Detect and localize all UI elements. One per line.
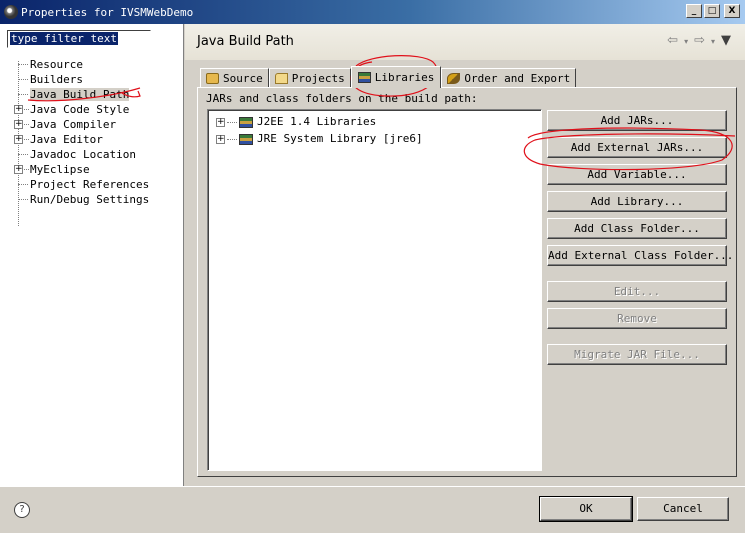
order-export-icon bbox=[447, 73, 461, 84]
maximize-button[interactable]: □ bbox=[704, 4, 720, 18]
libraries-label: JARs and class folders on the build path… bbox=[206, 92, 478, 105]
sidebar-item-project-references[interactable]: Project References bbox=[14, 177, 149, 192]
add-jars-button[interactable]: Add JARs... bbox=[547, 110, 727, 131]
expand-icon[interactable]: + bbox=[14, 135, 23, 144]
dialog-button-bar: ? OK Cancel bbox=[0, 486, 745, 533]
close-button[interactable]: X bbox=[724, 4, 740, 18]
sidebar-item-label: Builders bbox=[30, 73, 83, 86]
source-folder-icon bbox=[206, 73, 219, 84]
sidebar-item-label: MyEclipse bbox=[30, 163, 90, 176]
cancel-button[interactable]: Cancel bbox=[637, 497, 729, 521]
window-title: Properties for IVSMWebDemo bbox=[21, 5, 194, 19]
library-item-label: J2EE 1.4 Libraries bbox=[257, 115, 377, 128]
sidebar-item-label: Java Compiler bbox=[30, 118, 117, 131]
tab-order-and-export[interactable]: Order and Export bbox=[441, 68, 577, 88]
back-arrow-icon[interactable]: ⇦ bbox=[667, 33, 678, 48]
sidebar-item-label: Java Code Style bbox=[30, 103, 130, 116]
libraries-icon bbox=[357, 72, 371, 83]
tab-label: Projects bbox=[291, 72, 345, 85]
projects-folder-icon bbox=[274, 73, 288, 84]
page-header: Java Build Path ⇦ ▾ ⇨ ▾ ▼ bbox=[185, 24, 745, 60]
expand-icon[interactable]: + bbox=[216, 117, 225, 127]
sidebar-item-java-compiler[interactable]: + Java Compiler bbox=[14, 117, 149, 132]
property-page: Java Build Path ⇦ ▾ ⇨ ▾ ▼ Source Project… bbox=[185, 24, 745, 486]
tab-label: Source bbox=[223, 72, 263, 85]
build-path-tabs: Source Projects Libraries Order and Expo… bbox=[200, 66, 577, 88]
tab-libraries[interactable]: Libraries bbox=[350, 66, 442, 88]
ok-button[interactable]: OK bbox=[539, 496, 633, 522]
sidebar-item-label: Resource bbox=[30, 58, 83, 71]
page-navigation: ⇦ ▾ ⇨ ▾ ▼ bbox=[667, 33, 731, 48]
tab-label: Order and Export bbox=[464, 72, 571, 85]
library-jar-icon bbox=[239, 133, 253, 145]
help-icon[interactable]: ? bbox=[14, 502, 30, 518]
filter-input-text: type filter text bbox=[10, 32, 118, 45]
add-external-jars-button[interactable]: Add External JARs... bbox=[547, 137, 727, 158]
library-jar-icon bbox=[239, 116, 253, 128]
edit-button[interactable]: Edit... bbox=[547, 281, 727, 302]
sidebar-item-java-editor[interactable]: + Java Editor bbox=[14, 132, 149, 147]
sidebar-item-run-debug-settings[interactable]: Run/Debug Settings bbox=[14, 192, 149, 207]
library-item-jre-system[interactable]: + JRE System Library [jre6] bbox=[216, 131, 423, 147]
expand-icon[interactable]: + bbox=[14, 165, 23, 174]
tab-projects[interactable]: Projects bbox=[268, 68, 351, 88]
forward-dropdown-icon[interactable]: ▾ bbox=[711, 37, 715, 48]
sidebar-item-label: Java Build Path bbox=[30, 88, 130, 101]
eclipse-app-icon bbox=[4, 5, 18, 19]
libraries-tree[interactable]: + J2EE 1.4 Libraries + JRE System Librar… bbox=[207, 109, 542, 471]
expand-icon[interactable]: + bbox=[216, 134, 225, 144]
sidebar-item-label: Java Editor bbox=[30, 133, 103, 146]
forward-arrow-icon[interactable]: ⇨ bbox=[694, 33, 705, 48]
sidebar-item-java-build-path[interactable]: Java Build Path bbox=[14, 87, 149, 102]
preferences-sidebar: type filter text Resource Builders Java … bbox=[0, 24, 184, 486]
migrate-jar-file-button[interactable]: Migrate JAR File... bbox=[547, 344, 727, 365]
add-variable-button[interactable]: Add Variable... bbox=[547, 164, 727, 185]
library-item-j2ee[interactable]: + J2EE 1.4 Libraries bbox=[216, 114, 376, 130]
page-title: Java Build Path bbox=[197, 34, 294, 49]
library-item-label: JRE System Library [jre6] bbox=[257, 132, 423, 145]
sidebar-item-java-code-style[interactable]: + Java Code Style bbox=[14, 102, 149, 117]
libraries-panel: JARs and class folders on the build path… bbox=[197, 87, 737, 477]
add-library-button[interactable]: Add Library... bbox=[547, 191, 727, 212]
tab-label: Libraries bbox=[374, 71, 435, 84]
minimize-button[interactable]: _ bbox=[686, 4, 702, 18]
remove-button[interactable]: Remove bbox=[547, 308, 727, 329]
tab-source[interactable]: Source bbox=[200, 68, 269, 88]
sidebar-item-label: Javadoc Location bbox=[30, 148, 136, 161]
sidebar-item-label: Project References bbox=[30, 178, 150, 191]
sidebar-item-javadoc-location[interactable]: Javadoc Location bbox=[14, 147, 149, 162]
add-external-class-folder-button[interactable]: Add External Class Folder... bbox=[547, 245, 733, 266]
filter-input[interactable]: type filter text bbox=[7, 30, 151, 48]
window-controls: _ □ X bbox=[686, 4, 740, 18]
sidebar-item-label: Run/Debug Settings bbox=[30, 193, 150, 206]
window-title-bar[interactable]: Properties for IVSMWebDemo _ □ X bbox=[0, 0, 745, 24]
expand-icon[interactable]: + bbox=[14, 105, 23, 114]
sidebar-item-myeclipse[interactable]: + MyEclipse bbox=[14, 162, 149, 177]
expand-icon[interactable]: + bbox=[14, 120, 23, 129]
property-tree: Resource Builders Java Build Path + Java… bbox=[14, 57, 149, 207]
add-class-folder-button[interactable]: Add Class Folder... bbox=[547, 218, 727, 239]
sidebar-item-resource[interactable]: Resource bbox=[14, 57, 149, 72]
back-dropdown-icon[interactable]: ▾ bbox=[684, 37, 688, 48]
view-menu-icon[interactable]: ▼ bbox=[721, 33, 731, 48]
sidebar-item-builders[interactable]: Builders bbox=[14, 72, 149, 87]
